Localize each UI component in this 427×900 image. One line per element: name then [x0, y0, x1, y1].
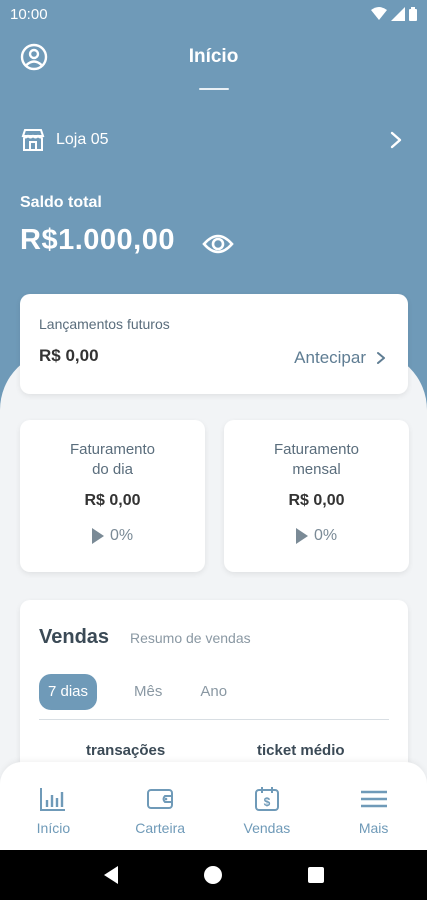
- system-nav-bar: [0, 850, 427, 900]
- daily-revenue-title-line1: Faturamento: [69, 441, 156, 458]
- nav-label-home: Início: [36, 820, 71, 836]
- recents-square-icon: [307, 867, 324, 883]
- menu-icon: [360, 790, 387, 808]
- average-ticket-label: ticket médio: [257, 742, 345, 759]
- nav-item-more[interactable]: Mais: [320, 762, 427, 850]
- calendar-dollar-icon: $: [254, 787, 279, 811]
- monthly-revenue-title: Faturamento mensal: [224, 440, 409, 480]
- future-entries-card: Lançamentos futuros R$ 0,00 Antecipar: [20, 294, 408, 394]
- tabs-divider: [39, 719, 389, 720]
- tab-month[interactable]: Mês: [125, 674, 171, 710]
- monthly-revenue-card: Faturamento mensal R$ 0,00 0%: [224, 420, 409, 572]
- nav-label-sales: Vendas: [243, 820, 291, 836]
- nav-label-wallet: Carteira: [135, 820, 186, 836]
- nav-item-wallet[interactable]: Carteira: [107, 762, 214, 850]
- daily-revenue-value: R$ 0,00: [84, 492, 141, 509]
- bar-chart-icon: [40, 788, 66, 811]
- home-button[interactable]: [201, 863, 225, 887]
- balance-value: R$1.000,00: [20, 224, 175, 256]
- daily-revenue-title-line2: do dia: [92, 461, 133, 478]
- back-button[interactable]: [99, 863, 123, 887]
- status-bar: 10:00: [0, 0, 427, 28]
- store-icon: [21, 129, 45, 151]
- play-icon: [295, 528, 308, 544]
- store-selector[interactable]: Loja 05: [20, 124, 407, 156]
- nav-item-home[interactable]: Início: [0, 762, 107, 850]
- nav-item-sales[interactable]: $ Vendas: [214, 762, 321, 850]
- top-bar: Início: [0, 38, 427, 78]
- status-time: 10:00: [10, 5, 48, 23]
- future-entries-title: Lançamentos futuros: [39, 316, 170, 332]
- monthly-revenue-title-line2: mensal: [292, 461, 341, 478]
- battery-icon: [409, 7, 417, 21]
- tab-year[interactable]: Ano: [191, 674, 236, 710]
- monthly-revenue-title-line1: Faturamento: [273, 441, 360, 458]
- wallet-icon: [147, 789, 174, 809]
- wifi-icon: [371, 7, 387, 20]
- anticipate-label: Antecipar: [294, 348, 366, 367]
- back-triangle-icon: [104, 866, 119, 884]
- status-icons: [371, 7, 417, 21]
- signal-icon: [391, 7, 405, 21]
- tab-7-days[interactable]: 7 dias: [39, 674, 98, 710]
- transactions-label: transações: [86, 742, 166, 759]
- future-entries-value: R$ 0,00: [39, 346, 99, 365]
- monthly-revenue-trend-value: 0%: [313, 527, 338, 544]
- daily-revenue-card: Faturamento do dia R$ 0,00 0%: [20, 420, 205, 572]
- daily-revenue-title: Faturamento do dia: [20, 440, 205, 480]
- chevron-right-icon: [377, 352, 385, 364]
- monthly-revenue-trend: 0%: [224, 527, 409, 545]
- bottom-nav: Início Carteira $ Vendas Mais: [0, 762, 427, 850]
- sales-subtitle: Resumo de vendas: [130, 630, 251, 646]
- anticipate-button[interactable]: Antecipar: [294, 348, 386, 368]
- monthly-revenue-value: R$ 0,00: [288, 492, 345, 509]
- title-underline: [199, 88, 229, 90]
- nav-label-more: Mais: [358, 820, 389, 836]
- chevron-right-icon[interactable]: [389, 130, 403, 150]
- eye-icon[interactable]: [202, 230, 234, 258]
- home-circle-icon: [204, 866, 223, 884]
- page-title: Início: [188, 46, 239, 67]
- recents-button[interactable]: [304, 863, 328, 887]
- balance-label: Saldo total: [20, 194, 102, 211]
- store-name: Loja 05: [56, 131, 109, 148]
- daily-revenue-trend-value: 0%: [109, 527, 134, 544]
- daily-revenue-trend: 0%: [20, 527, 205, 545]
- period-tabs: 7 dias Mês Ano: [39, 674, 256, 710]
- sales-title: Vendas: [39, 626, 110, 648]
- svg-text:$: $: [264, 795, 271, 809]
- play-icon: [91, 528, 104, 544]
